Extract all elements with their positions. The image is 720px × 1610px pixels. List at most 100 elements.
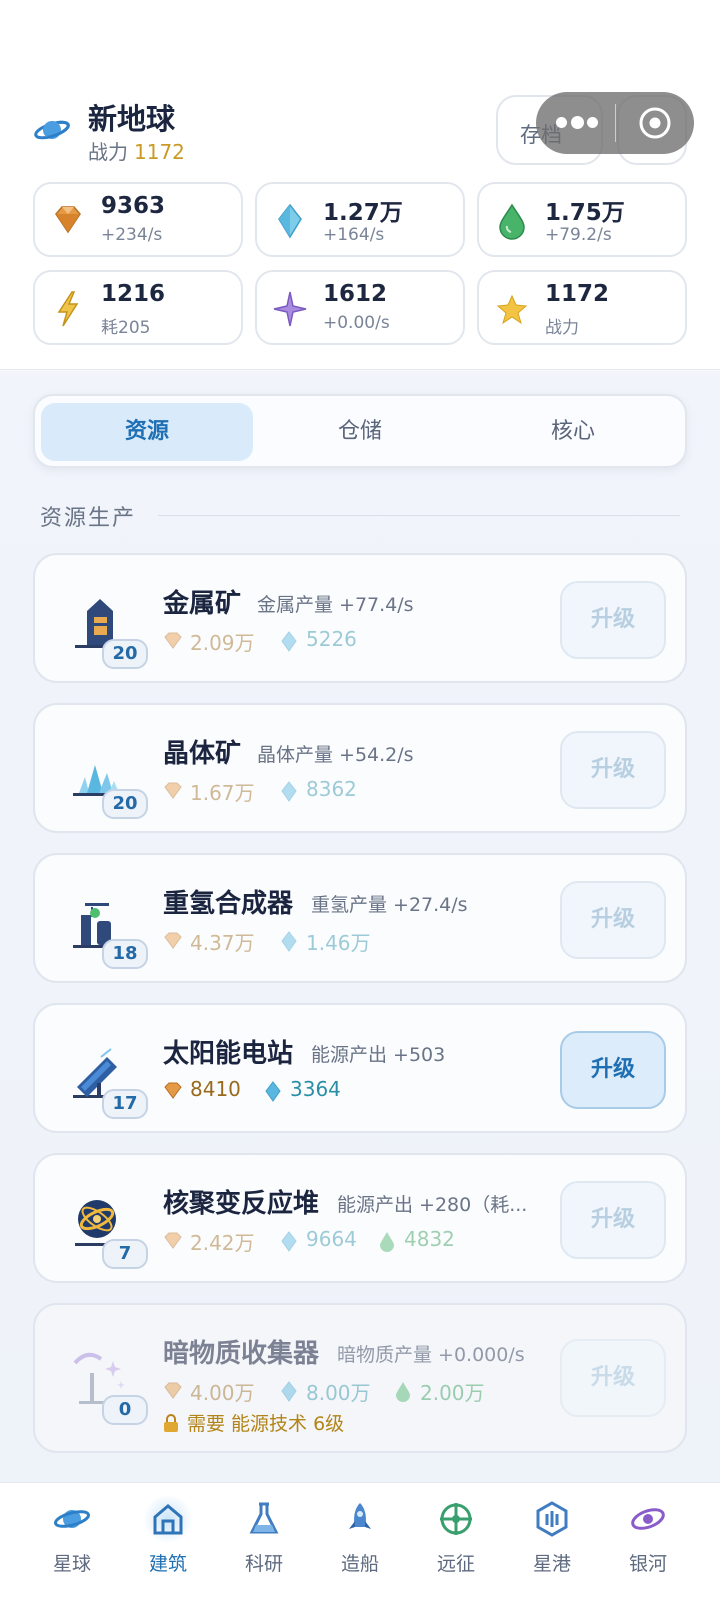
building-card-metal-mine: 20 金属矿 金属产量 +77.4/s 2.09万 5226 升级 <box>33 553 687 683</box>
more-menu-icon[interactable] <box>556 116 598 129</box>
gem-icon <box>55 206 81 234</box>
tab-resources[interactable]: 资源 <box>41 403 253 461</box>
bottom-nav: 星球 建筑 科研 造船 远征 星港 银河 <box>0 1482 720 1610</box>
level-badge: 0 <box>102 1395 148 1425</box>
crystal-icon <box>281 781 297 802</box>
building-output: 暗物质产量 +0.000/s <box>337 1344 525 1366</box>
nav-label: 建筑 <box>148 1553 187 1575</box>
cost-value: 4832 <box>404 1227 455 1251</box>
cost-value: 4.37万 <box>190 931 255 955</box>
capsule-divider <box>615 104 616 142</box>
resource-metal: 9363 +234/s <box>33 182 243 257</box>
lock-icon <box>164 1414 178 1432</box>
upgrade-button[interactable]: 升级 <box>560 1339 666 1417</box>
building-name: 金属矿 <box>163 589 242 619</box>
cost-value: 4.00万 <box>190 1381 255 1405</box>
upgrade-button[interactable]: 升级 <box>560 1181 666 1259</box>
resource-darkmatter: 1612 +0.00/s <box>255 270 465 345</box>
cost-value: 8362 <box>306 777 357 801</box>
nav-shipyard[interactable]: 造船 <box>320 1501 400 1581</box>
cost-value: 2.00万 <box>420 1381 485 1405</box>
flask-icon <box>249 1502 279 1534</box>
resource-deuterium: 1.75万 +79.2/s <box>477 182 687 257</box>
planet-logo-icon <box>34 120 70 140</box>
building-output: 晶体产量 +54.2/s <box>257 744 414 766</box>
resource-energy: 1216 耗205 <box>33 270 243 345</box>
gem-icon <box>164 932 182 949</box>
nav-label: 星球 <box>52 1553 91 1575</box>
close-target-icon[interactable] <box>636 104 674 142</box>
gem-icon <box>164 1232 182 1249</box>
building-name: 太阳能电站 <box>163 1039 294 1069</box>
cost-value: 3364 <box>290 1077 341 1101</box>
resource-rate: +79.2/s <box>545 225 612 245</box>
gem-icon <box>164 782 182 799</box>
resource-rate: 耗205 <box>101 318 151 338</box>
building-name: 晶体矿 <box>163 739 242 769</box>
galaxy-icon <box>631 1508 665 1530</box>
rocket-icon <box>349 1503 371 1529</box>
cost-value: 8.00万 <box>306 1381 371 1405</box>
category-tabs: 资源 仓储 核心 <box>33 394 687 468</box>
building-output: 金属产量 +77.4/s <box>257 594 414 616</box>
building-name: 核聚变反应堆 <box>163 1189 320 1219</box>
unlock-requirement: 需要 能源技术 6级 <box>163 1409 344 1436</box>
power-indicator: 战力 1172 <box>88 136 185 165</box>
cost-value: 9664 <box>306 1227 357 1251</box>
level-badge: 7 <box>102 1239 148 1269</box>
cost-value: 2.09万 <box>190 631 255 655</box>
building-card-fusion-reactor: 7 核聚变反应堆 能源产出 +280（耗... 2.42万 9664 4832 … <box>33 1153 687 1283</box>
tab-core[interactable]: 核心 <box>467 403 679 461</box>
cost-value: 5226 <box>306 627 357 651</box>
droplet-icon <box>380 1232 394 1252</box>
sparkle-icon <box>273 291 307 327</box>
nav-label: 银河 <box>628 1553 667 1575</box>
crosshair-icon <box>440 1503 472 1535</box>
building-name: 暗物质收集器 <box>163 1339 320 1369</box>
nav-label: 远征 <box>436 1553 475 1575</box>
nav-label: 科研 <box>244 1553 283 1575</box>
section-divider <box>158 515 680 516</box>
requirement-text: 需要 能源技术 6级 <box>187 1413 345 1435</box>
nav-building[interactable]: 建筑 <box>128 1495 208 1581</box>
crystal-icon <box>265 1081 281 1102</box>
building-output: 能源产出 +503 <box>311 1044 446 1066</box>
crystal-icon <box>278 203 302 239</box>
upgrade-button[interactable]: 升级 <box>560 581 666 659</box>
cost-value: 1.46万 <box>306 931 371 955</box>
miniprogram-capsule <box>536 92 694 154</box>
nav-starport[interactable]: 星港 <box>512 1501 592 1581</box>
crystal-icon <box>281 1381 297 1402</box>
nav-label: 造船 <box>340 1553 379 1575</box>
nav-research[interactable]: 科研 <box>224 1501 304 1581</box>
crystal-icon <box>281 931 297 952</box>
building-card-dark-matter-collector: 0 暗物质收集器 暗物质产量 +0.000/s 4.00万 8.00万 2.00… <box>33 1303 687 1453</box>
nav-galaxy[interactable]: 银河 <box>608 1501 688 1581</box>
upgrade-button[interactable]: 升级 <box>560 731 666 809</box>
droplet-icon <box>396 1382 410 1402</box>
nav-label: 星港 <box>532 1553 571 1575</box>
level-badge: 20 <box>102 789 148 819</box>
gem-icon <box>164 1082 182 1099</box>
resource-rate: +164/s <box>323 225 385 245</box>
page-title: 新地球 <box>88 102 176 136</box>
building-card-solar-plant: 17 太阳能电站 能源产出 +503 8410 3364 升级 <box>33 1003 687 1133</box>
resource-value: 1.75万 <box>545 200 625 226</box>
upgrade-button[interactable]: 升级 <box>560 1031 666 1109</box>
resource-rate: +234/s <box>101 225 163 245</box>
gem-icon <box>164 632 182 649</box>
section-title: 资源生产 <box>40 506 137 531</box>
building-name: 重氢合成器 <box>163 889 294 919</box>
building-output: 重氢产量 +27.4/s <box>311 894 468 916</box>
building-output: 能源产出 +280（耗... <box>337 1194 528 1216</box>
upgrade-button[interactable]: 升级 <box>560 881 666 959</box>
level-badge: 17 <box>102 1089 148 1119</box>
crystal-icon <box>281 1231 297 1252</box>
shield-port-icon <box>536 1501 568 1537</box>
droplet-icon <box>499 203 525 240</box>
cost-value: 1.67万 <box>190 781 255 805</box>
tab-storage[interactable]: 仓储 <box>254 403 466 461</box>
nav-planet[interactable]: 星球 <box>32 1501 112 1581</box>
resource-value: 1.27万 <box>323 200 403 226</box>
nav-expedition[interactable]: 远征 <box>416 1501 496 1581</box>
